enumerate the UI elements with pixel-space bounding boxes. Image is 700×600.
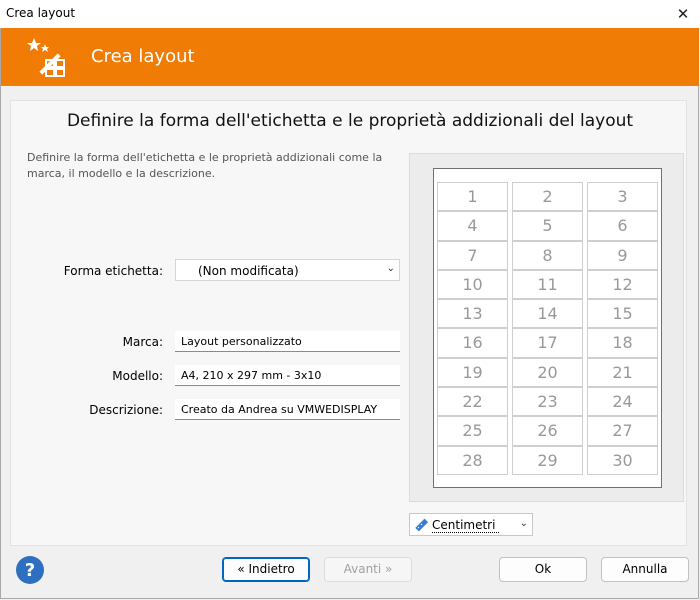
label-cell: 10 <box>437 269 508 300</box>
label-cell: 13 <box>437 299 508 329</box>
model-input[interactable] <box>175 365 400 386</box>
close-button[interactable]: ✕ <box>672 3 694 25</box>
label-cell: 9 <box>587 240 658 270</box>
label-cell: 8 <box>512 240 583 270</box>
label-cell: 24 <box>587 387 658 417</box>
svg-text:?: ? <box>25 560 35 581</box>
label-cell: 28 <box>437 445 508 475</box>
next-button[interactable]: Avanti » <box>324 557 412 582</box>
label-cell: 22 <box>437 387 508 417</box>
brand-label: Marca: <box>122 335 163 349</box>
label-cell: 20 <box>512 357 583 388</box>
label-cell: 3 <box>587 182 658 212</box>
label-cell: 2 <box>512 182 583 212</box>
ok-button[interactable]: Ok <box>499 557 587 582</box>
label-cell: 25 <box>437 416 508 446</box>
label-cell: 5 <box>512 211 583 241</box>
page-heading: Definire la forma dell'etichetta e le pr… <box>66 111 634 131</box>
label-cell: 7 <box>437 240 508 270</box>
label-cell: 12 <box>587 269 658 300</box>
label-cell: 26 <box>512 416 583 446</box>
model-label: Modello: <box>112 369 163 383</box>
label-cell: 6 <box>587 211 658 241</box>
label-cell: 14 <box>512 299 583 329</box>
label-cell: 4 <box>437 211 508 241</box>
unit-select[interactable]: Centimetri ⌄ <box>409 513 533 536</box>
cancel-button[interactable]: Annulla <box>601 557 689 582</box>
back-button[interactable]: « Indietro <box>222 557 310 582</box>
label-cell: 16 <box>437 328 508 358</box>
titlebar: Crea layout ✕ <box>0 0 700 28</box>
label-cell: 29 <box>512 445 583 475</box>
unit-select-value: Centimetri <box>432 518 500 533</box>
label-cell: 17 <box>512 328 583 358</box>
label-cell: 19 <box>437 357 508 388</box>
label-cell: 15 <box>587 299 658 329</box>
chevron-down-icon: ⌄ <box>386 263 395 274</box>
label-cell: 27 <box>587 416 658 446</box>
label-cell: 1 <box>437 182 508 212</box>
description-label: Descrizione: <box>89 403 163 417</box>
shape-label: Forma etichetta: <box>63 264 163 278</box>
label-grid: 1 2 3 4 5 6 7 8 9 10 11 12 13 14 15 16 17 18 19 20 21 22 23 24 2… <box>437 182 658 475</box>
help-icon[interactable]: ? <box>15 555 45 585</box>
magic-wand-grid-icon <box>27 38 65 77</box>
header-title: Crea layout <box>91 46 195 67</box>
label-cell: 18 <box>587 328 658 358</box>
label-cell: 11 <box>512 269 583 300</box>
ruler-icon <box>415 518 428 532</box>
label-cell: 30 <box>587 445 658 475</box>
label-cell: 23 <box>512 387 583 417</box>
shape-select-value: (Non modificata) <box>198 264 299 278</box>
brand-input[interactable] <box>175 331 400 352</box>
window-title: Crea layout <box>6 6 76 20</box>
chevron-down-icon: ⌄ <box>519 518 528 529</box>
description-input[interactable] <box>175 399 400 420</box>
label-cell: 21 <box>587 357 658 388</box>
page-description: Definire la forma dell'etichetta e le pr… <box>27 151 383 180</box>
label-sheet-preview: 1 2 3 4 5 6 7 8 9 10 11 12 13 14 15 16 17 18 19 20 21 22 23 24 2… <box>433 168 662 488</box>
shape-select[interactable]: (Non modificata) ⌄ <box>175 259 400 281</box>
